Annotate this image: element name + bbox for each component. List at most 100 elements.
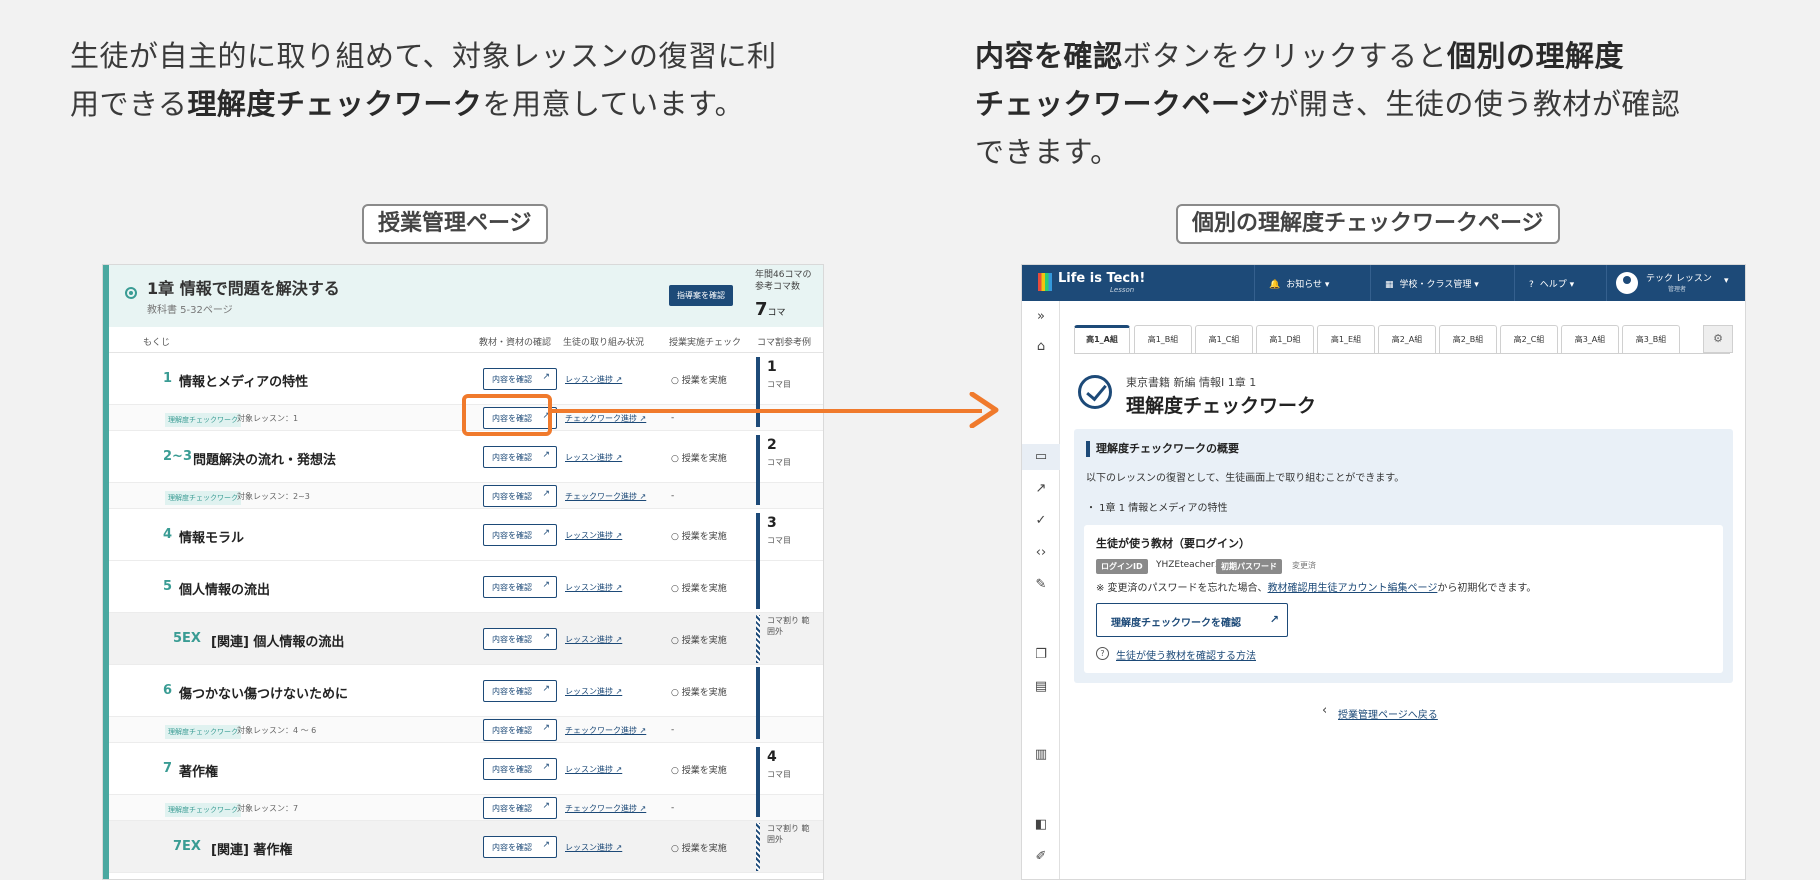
overview-description: 以下のレッスンの復習として、生徒画面上で取り組むことができます。 [1086, 473, 1405, 484]
nav-help[interactable]: ? ヘルプ ▾ [1514, 265, 1606, 301]
check-content-button[interactable]: 内容を確認 [483, 628, 557, 650]
lesson-title[interactable]: 傷つかない傷つけないために [179, 683, 348, 702]
check-work-tag: 理解度チェックワーク [165, 803, 241, 817]
check-work-button[interactable]: 理解度チェックワークを確認 [1096, 603, 1288, 637]
intro-left-line1: 生徒が自主的に取り組めて、対象レッスンの復習に利 [70, 39, 777, 73]
implement-radio[interactable]: 授業を実施 [671, 685, 727, 698]
tab-class[interactable]: 高3_A組 [1561, 325, 1619, 353]
lesson-title[interactable]: [関連] 著作権 [211, 839, 292, 858]
help-circle-icon: ? [1096, 647, 1109, 660]
tab-class[interactable]: 高1_C組 [1195, 325, 1253, 353]
work-progress-link[interactable]: チェックワーク進捗 [565, 413, 646, 424]
document-edit-icon[interactable]: ▤ [1033, 679, 1049, 695]
nav-news[interactable]: 🔔 お知らせ ▾ [1254, 265, 1370, 301]
pencil-icon[interactable]: ✎ [1033, 577, 1049, 593]
home-icon[interactable]: ⌂ [1033, 339, 1049, 355]
lesson-progress-link[interactable]: レッスン進捗 [565, 842, 622, 853]
lesson-title[interactable]: 個人情報の流出 [179, 579, 270, 598]
overview-heading: 理解度チェックワークの概要 [1086, 441, 1239, 457]
code-icon[interactable]: ‹› [1033, 545, 1049, 561]
lesson-progress-link[interactable]: レッスン進捗 [565, 452, 622, 463]
check-content-button[interactable]: 内容を確認 [483, 680, 557, 702]
check-work-row: 理解度チェックワーク 対象レッスン：4 〜 6 内容を確認 チェックワーク進捗 … [109, 717, 823, 743]
login-id-value: YHZEteacher1 [1156, 560, 1221, 570]
avatar[interactable] [1616, 272, 1638, 294]
lesson-progress-link[interactable]: レッスン進捗 [565, 764, 622, 775]
gear-icon[interactable]: ⚙ [1703, 325, 1733, 353]
chart-icon[interactable]: ▥ [1033, 747, 1049, 763]
koma-bar [756, 513, 760, 609]
target-lesson-bullet: ・ 1章 1 情報とメディアの特性 [1086, 503, 1228, 514]
check-circle-icon[interactable]: ✓ [1033, 513, 1049, 529]
implement-radio[interactable]: 授業を実施 [671, 373, 727, 386]
implement-radio[interactable]: 授業を実施 [671, 841, 727, 854]
koma-bar [756, 357, 760, 427]
file-edit-icon[interactable]: ✐ [1033, 849, 1049, 865]
tab-class[interactable]: 高2_A組 [1378, 325, 1436, 353]
work-progress-link[interactable]: チェックワーク進捗 [565, 803, 646, 814]
lesson-title[interactable]: 情報とメディアの特性 [179, 371, 308, 390]
check-content-button[interactable]: 内容を確認 [483, 836, 557, 858]
documents-icon[interactable]: ❐ [1033, 647, 1049, 663]
lesson-row: 5 個人情報の流出 内容を確認 レッスン進捗 授業を実施 [109, 561, 823, 613]
check-content-button[interactable]: 内容を確認 [483, 368, 557, 390]
guide-plan-button[interactable]: 指導案を確認 [669, 285, 733, 306]
lesson-progress-link[interactable]: レッスン進捗 [565, 374, 622, 385]
implement-radio[interactable]: 授業を実施 [671, 763, 727, 776]
trend-icon[interactable]: ↗ [1033, 481, 1049, 497]
chapter-toggle-icon[interactable] [125, 287, 137, 299]
lesson-progress-link[interactable]: レッスン進捗 [565, 582, 622, 593]
intro-left: 生徒が自主的に取り組めて、対象レッスンの復習に利 用できる理解度チェックワークを… [70, 32, 850, 128]
back-to-management-link[interactable]: 授業管理ページへ戻る [1338, 706, 1438, 721]
lesson-title[interactable]: [関連] 個人情報の流出 [211, 631, 344, 650]
check-work-content-button[interactable]: 内容を確認 [483, 719, 557, 741]
nav-school[interactable]: ▦ 学校・クラス管理 ▾ [1370, 265, 1514, 301]
lesson-title[interactable]: 問題解決の流れ・発想法 [193, 449, 336, 468]
tab-class[interactable]: 高1_B組 [1134, 325, 1192, 353]
koma-number: 3 [767, 515, 777, 531]
lesson-title[interactable]: 著作権 [179, 761, 218, 780]
tab-class[interactable]: 高3_B組 [1622, 325, 1680, 353]
implement-dash: - [671, 413, 675, 423]
book-icon[interactable]: ◧ [1033, 817, 1049, 833]
koma-out-of-range: コマ割り 範囲外 [767, 616, 810, 636]
chevron-down-icon[interactable]: ▾ [1724, 276, 1729, 286]
target-lesson: 対象レッスン：7 [237, 804, 299, 813]
tab-class[interactable]: 高2_C組 [1500, 325, 1558, 353]
intro-right-line1-bold-a: 内容を確認 [975, 39, 1123, 73]
lesson-progress-link[interactable]: レッスン進捗 [565, 530, 622, 541]
monitor-icon[interactable]: ▭ [1033, 449, 1049, 465]
logo-text[interactable]: Life is Tech! [1058, 271, 1145, 286]
work-progress-link[interactable]: チェックワーク進捗 [565, 491, 646, 502]
lesson-number: 7 [163, 761, 173, 776]
lesson-progress-link[interactable]: レッスン進捗 [565, 634, 622, 645]
tab-class[interactable]: 高1_A組 [1074, 325, 1130, 353]
koma-out-of-range: コマ割り 範囲外 [767, 824, 810, 844]
tab-class[interactable]: 高1_E組 [1317, 325, 1375, 353]
implement-radio[interactable]: 授業を実施 [671, 451, 727, 464]
col-status: 生徒の取り組み状況 [563, 338, 645, 348]
arrow-line [552, 409, 982, 413]
work-progress-link[interactable]: チェックワーク進捗 [565, 725, 646, 736]
intro-left-line2-pre: 用できる [70, 87, 188, 121]
implement-radio[interactable]: 授業を実施 [671, 529, 727, 542]
student-account-edit-link[interactable]: 教材確認用生徒アカウント編集ページ [1268, 583, 1438, 594]
check-work-content-button[interactable]: 内容を確認 [483, 485, 557, 507]
expand-icon[interactable]: » [1033, 309, 1049, 325]
tab-class[interactable]: 高1_D組 [1256, 325, 1314, 353]
check-content-button[interactable]: 内容を確認 [483, 758, 557, 780]
lesson-management-screen: 1章 情報で問題を解決する 教科書 5-32ページ 指導案を確認 年間46コマの… [102, 264, 824, 880]
tab-class[interactable]: 高2_B組 [1439, 325, 1497, 353]
check-content-button[interactable]: 内容を確認 [483, 524, 557, 546]
lesson-progress-link[interactable]: レッスン進捗 [565, 686, 622, 697]
implement-radio[interactable]: 授業を実施 [671, 581, 727, 594]
check-work-content-button[interactable]: 内容を確認 [483, 797, 557, 819]
col-check: 授業実施チェック [669, 338, 742, 348]
implement-radio[interactable]: 授業を実施 [671, 633, 727, 646]
material-help-link[interactable]: 生徒が使う教材を確認する方法 [1116, 647, 1256, 662]
check-content-button[interactable]: 内容を確認 [483, 446, 557, 468]
lesson-title[interactable]: 情報モラル [179, 527, 244, 546]
material-heading: 生徒が使う教材（要ログイン） [1096, 537, 1250, 550]
target-lesson: 対象レッスン：4 〜 6 [237, 726, 317, 735]
check-content-button[interactable]: 内容を確認 [483, 576, 557, 598]
